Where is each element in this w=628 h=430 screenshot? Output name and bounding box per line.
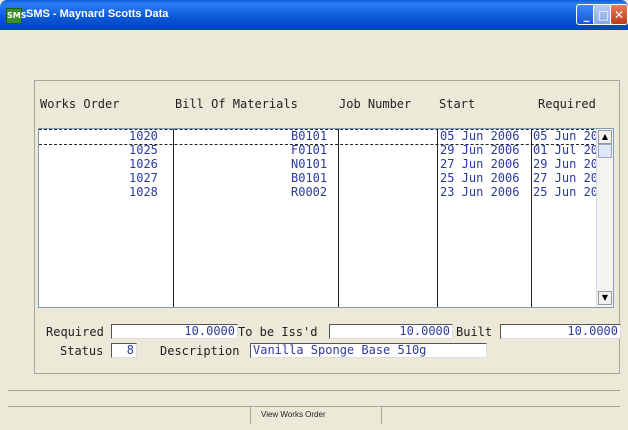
description-label: Description — [160, 344, 240, 358]
cell-works-order: 1027 — [129, 171, 158, 185]
header-works-order[interactable]: Works Order — [40, 97, 119, 111]
cell-required: 01 Jul 200 — [533, 143, 606, 157]
required-label: Required — [46, 325, 104, 339]
header-start[interactable]: Start — [439, 97, 475, 111]
cell-bom: B0101 — [291, 171, 328, 185]
cell-bom: N0101 — [291, 157, 328, 171]
built-field[interactable]: 10.0000 — [500, 324, 621, 339]
cell-works-order: 1028 — [129, 185, 158, 199]
scroll-up-icon[interactable]: ▲ — [598, 130, 612, 144]
cell-start: 29 Jun 2006 — [440, 143, 520, 157]
divider — [8, 390, 620, 391]
description-field[interactable]: Vanilla Sponge Base 510g — [250, 343, 487, 358]
title-bar: SMS SMS - Maynard Scotts Data _ □ ✕ — [0, 0, 628, 30]
app-icon: SMS — [6, 8, 26, 24]
status-label: Status — [60, 344, 104, 358]
column-job-number — [339, 129, 438, 307]
cell-required: 29 Jun 200 — [533, 157, 606, 171]
scroll-down-icon[interactable]: ▼ — [598, 291, 612, 305]
status-message: View Works Order — [250, 406, 382, 424]
to-be-issued-field[interactable]: 10.0000 — [329, 324, 453, 339]
header-bill-of-materials[interactable]: Bill Of Materials — [175, 97, 298, 111]
status-field[interactable]: 8 — [111, 343, 137, 358]
cell-required: 27 Jun 200 — [533, 171, 606, 185]
cell-works-order: 1020 — [129, 129, 158, 143]
cell-works-order: 1026 — [129, 157, 158, 171]
cell-required: 05 Jun 200 — [533, 129, 606, 143]
cell-start: 25 Jun 2006 — [440, 171, 520, 185]
cell-bom: R0002 — [291, 185, 328, 199]
required-field[interactable]: 10.0000 — [111, 324, 238, 339]
header-required[interactable]: Required — [538, 97, 596, 111]
header-job-number[interactable]: Job Number — [339, 97, 411, 111]
cell-start: 27 Jun 2006 — [440, 157, 520, 171]
works-order-table[interactable]: 1020 B0101 05 Jun 2006 05 Jun 200 1025 F… — [38, 128, 614, 308]
cell-bom: F0101 — [291, 143, 328, 157]
close-button[interactable]: ✕ — [610, 4, 628, 25]
window-title: SMS - Maynard Scotts Data — [26, 8, 169, 20]
to-be-issued-label: To be Iss'd — [238, 325, 318, 339]
built-label: Built — [456, 325, 493, 339]
scroll-thumb[interactable] — [598, 144, 612, 158]
cell-required: 25 Jun 200 — [533, 185, 606, 199]
cell-start: 05 Jun 2006 — [440, 129, 520, 143]
cell-works-order: 1025 — [129, 143, 158, 157]
cell-start: 23 Jun 2006 — [440, 185, 520, 199]
table-scrollbar[interactable]: ▲ ▼ — [596, 129, 613, 307]
cell-bom: B0101 — [291, 129, 328, 143]
